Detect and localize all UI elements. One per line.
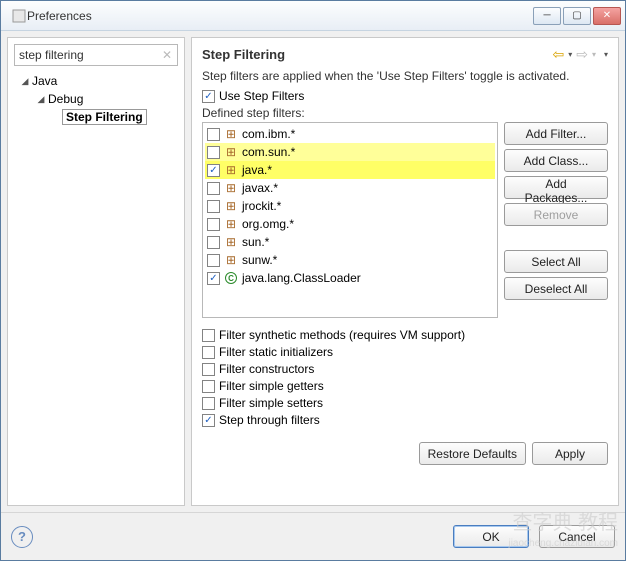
filter-setters-label: Filter simple setters <box>219 396 323 410</box>
remove-button: Remove <box>504 203 608 226</box>
filter-label: com.sun.* <box>242 145 295 159</box>
dialog-footer: ? OK Cancel <box>1 512 625 560</box>
filter-label: jrockit.* <box>242 199 281 213</box>
filter-row[interactable]: C java.lang.ClassLoader <box>205 269 495 287</box>
nav-back-dropdown-icon[interactable]: ▾ <box>568 50 572 59</box>
titlebar: Preferences ─ ▢ ✕ <box>1 1 625 31</box>
filter-row[interactable]: ⊞ jrockit.* <box>205 197 495 215</box>
restore-defaults-button[interactable]: Restore Defaults <box>419 442 526 465</box>
ok-button[interactable]: OK <box>453 525 529 548</box>
filter-row[interactable]: ⊞ org.omg.* <box>205 215 495 233</box>
filter-label: org.omg.* <box>242 217 294 231</box>
apply-button[interactable]: Apply <box>532 442 608 465</box>
filter-checkbox[interactable] <box>207 146 220 159</box>
page-title: Step Filtering <box>202 47 552 62</box>
tree-item-debug[interactable]: ◢ Debug <box>14 90 178 108</box>
package-icon: ⊞ <box>224 163 238 177</box>
filter-row[interactable]: ⊞ java.* <box>205 161 495 179</box>
filter-checkbox[interactable] <box>207 182 220 195</box>
package-icon: ⊞ <box>224 181 238 195</box>
window-title: Preferences <box>27 9 533 23</box>
filter-checkbox[interactable] <box>207 164 220 177</box>
package-icon: ⊞ <box>224 127 238 141</box>
app-icon <box>11 8 27 24</box>
filter-label: java.* <box>242 163 272 177</box>
filter-row[interactable]: ⊞ javax.* <box>205 179 495 197</box>
step-through-label: Step through filters <box>219 413 320 427</box>
deselect-all-button[interactable]: Deselect All <box>504 277 608 300</box>
filter-constructors-label: Filter constructors <box>219 362 314 376</box>
filter-checkbox[interactable] <box>207 254 220 267</box>
help-icon[interactable]: ? <box>11 526 33 548</box>
nav-forward-icon: ⇨ <box>576 46 588 63</box>
filter-getters-checkbox[interactable] <box>202 380 215 393</box>
filter-static-init-checkbox[interactable] <box>202 346 215 359</box>
twisty-icon: ◢ <box>20 76 30 87</box>
filter-synthetic-label: Filter synthetic methods (requires VM su… <box>219 328 465 342</box>
minimize-button[interactable]: ─ <box>533 7 561 25</box>
sidebar: ✕ ◢ Java ◢ Debug Step Filtering <box>7 37 185 506</box>
filter-label: com.ibm.* <box>242 127 295 141</box>
twisty-icon: ◢ <box>36 94 46 105</box>
step-through-checkbox[interactable] <box>202 414 215 427</box>
filter-search-input[interactable] <box>14 44 178 66</box>
filter-row[interactable]: ⊞ sun.* <box>205 233 495 251</box>
main-panel: Step Filtering ⇦ ▾ ⇨ ▾ ▾ Step filters ar… <box>191 37 619 506</box>
maximize-button[interactable]: ▢ <box>563 7 591 25</box>
add-packages-button[interactable]: Add Packages... <box>504 176 608 199</box>
defined-filters-label: Defined step filters: <box>202 106 608 120</box>
class-icon: C <box>224 271 238 285</box>
filter-constructors-checkbox[interactable] <box>202 363 215 376</box>
add-class-button[interactable]: Add Class... <box>504 149 608 172</box>
cancel-button[interactable]: Cancel <box>539 525 615 548</box>
filter-list[interactable]: ⊞ com.ibm.* ⊞ com.sun.* ⊞ java.* <box>202 122 498 318</box>
close-button[interactable]: ✕ <box>593 7 621 25</box>
filter-row[interactable]: ⊞ com.ibm.* <box>205 125 495 143</box>
filter-label: javax.* <box>242 181 278 195</box>
view-menu-icon[interactable]: ▾ <box>604 50 608 59</box>
package-icon: ⊞ <box>224 253 238 267</box>
package-icon: ⊞ <box>224 199 238 213</box>
filter-synthetic-checkbox[interactable] <box>202 329 215 342</box>
filter-checkbox[interactable] <box>207 272 220 285</box>
use-step-filters-label: Use Step Filters <box>219 89 304 103</box>
select-all-button[interactable]: Select All <box>504 250 608 273</box>
filter-static-init-label: Filter static initializers <box>219 345 333 359</box>
filter-row[interactable]: ⊞ sunw.* <box>205 251 495 269</box>
filter-label: sun.* <box>242 235 269 249</box>
filter-getters-label: Filter simple getters <box>219 379 324 393</box>
add-filter-button[interactable]: Add Filter... <box>504 122 608 145</box>
package-icon: ⊞ <box>224 235 238 249</box>
nav-forward-dropdown-icon: ▾ <box>592 50 596 59</box>
filter-checkbox[interactable] <box>207 218 220 231</box>
filter-label: sunw.* <box>242 253 277 267</box>
filter-checkbox[interactable] <box>207 200 220 213</box>
filter-setters-checkbox[interactable] <box>202 397 215 410</box>
use-step-filters-checkbox[interactable] <box>202 90 215 103</box>
preferences-window: Preferences ─ ▢ ✕ ✕ ◢ Java ◢ Debug <box>0 0 626 561</box>
clear-search-icon[interactable]: ✕ <box>159 47 175 63</box>
filter-checkbox[interactable] <box>207 128 220 141</box>
nav-back-icon[interactable]: ⇦ <box>552 46 564 63</box>
filter-row[interactable]: ⊞ com.sun.* <box>205 143 495 161</box>
package-icon: ⊞ <box>224 217 238 231</box>
tree-item-java[interactable]: ◢ Java <box>14 72 178 90</box>
filter-label: java.lang.ClassLoader <box>242 271 361 285</box>
tree-item-step-filtering[interactable]: Step Filtering <box>14 108 178 126</box>
package-icon: ⊞ <box>224 145 238 159</box>
filter-checkbox[interactable] <box>207 236 220 249</box>
page-description: Step filters are applied when the 'Use S… <box>202 69 608 83</box>
preference-tree[interactable]: ◢ Java ◢ Debug Step Filtering <box>14 72 178 499</box>
